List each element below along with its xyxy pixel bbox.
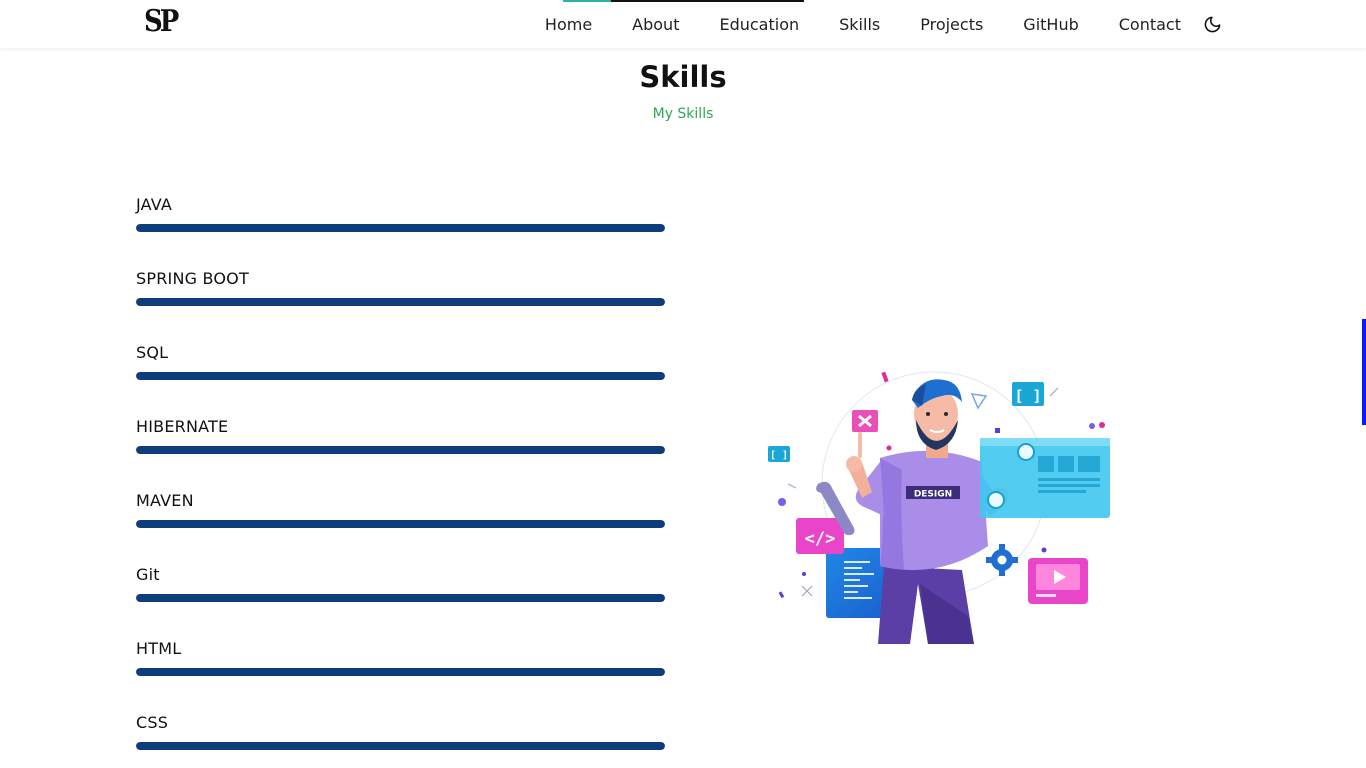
skill-name: MAVEN — [136, 491, 194, 510]
nav-skills[interactable]: Skills — [839, 15, 880, 34]
nav-github[interactable]: GitHub — [1023, 15, 1078, 34]
skills-list: JAVA SPRING BOOT SQL HIBERNATE MAVEN Git… — [136, 194, 665, 768]
skill-bar-fill — [136, 372, 665, 380]
skill-item: HIBERNATE — [136, 416, 665, 490]
skill-bar-track — [136, 224, 665, 232]
svg-text:[ ]: [ ] — [770, 450, 788, 461]
skill-bar-track — [136, 446, 665, 454]
site-logo[interactable]: SP — [144, 5, 179, 40]
skill-bar-fill — [136, 224, 665, 232]
nav-projects[interactable]: Projects — [920, 15, 983, 34]
skill-name: HIBERNATE — [136, 417, 229, 436]
skill-bar-fill — [136, 668, 665, 676]
skill-item: CSS — [136, 712, 665, 768]
nav-contact[interactable]: Contact — [1119, 15, 1181, 34]
skill-bar-track — [136, 742, 665, 750]
design-badge-text: DESIGN — [914, 490, 952, 500]
skill-bar-fill — [136, 446, 665, 454]
skill-item: SPRING BOOT — [136, 268, 665, 342]
skill-item: HTML — [136, 638, 665, 712]
skill-bar-fill — [136, 298, 665, 306]
skill-item: JAVA — [136, 194, 665, 268]
skill-bar-track — [136, 372, 665, 380]
skill-item: Git — [136, 564, 665, 638]
skill-name: SQL — [136, 343, 169, 362]
skill-item: SQL — [136, 342, 665, 416]
skill-name: SPRING BOOT — [136, 269, 249, 288]
moon-icon[interactable] — [1203, 14, 1223, 34]
site-header: SP Home About Education Skills Projects … — [0, 0, 1366, 48]
skill-bar-track — [136, 298, 665, 306]
skill-name: HTML — [136, 639, 182, 658]
skill-name: Git — [136, 565, 160, 584]
svg-text:[ ]: [ ] — [1014, 387, 1041, 405]
main-nav: Home About Education Skills Projects Git… — [505, 0, 1223, 48]
skill-bar-fill — [136, 520, 665, 528]
skill-bar-track — [136, 520, 665, 528]
svg-text:</>: </> — [805, 529, 836, 549]
skill-item: MAVEN — [136, 490, 665, 564]
section-title: Skills — [639, 60, 727, 94]
nav-home[interactable]: Home — [545, 15, 592, 34]
skill-name: JAVA — [136, 195, 173, 214]
skill-bar-fill — [136, 594, 665, 602]
developer-illustration: [ ] [ ] </> DESIGN — [762, 366, 1114, 644]
skill-name: CSS — [136, 713, 169, 732]
section-subtitle: My Skills — [652, 106, 714, 122]
nav-education[interactable]: Education — [719, 15, 799, 34]
skill-bar-track — [136, 668, 665, 676]
page-scroll-marker — [1362, 319, 1366, 425]
skill-bar-fill — [136, 742, 665, 750]
nav-about[interactable]: About — [632, 15, 679, 34]
skill-bar-track — [136, 594, 665, 602]
